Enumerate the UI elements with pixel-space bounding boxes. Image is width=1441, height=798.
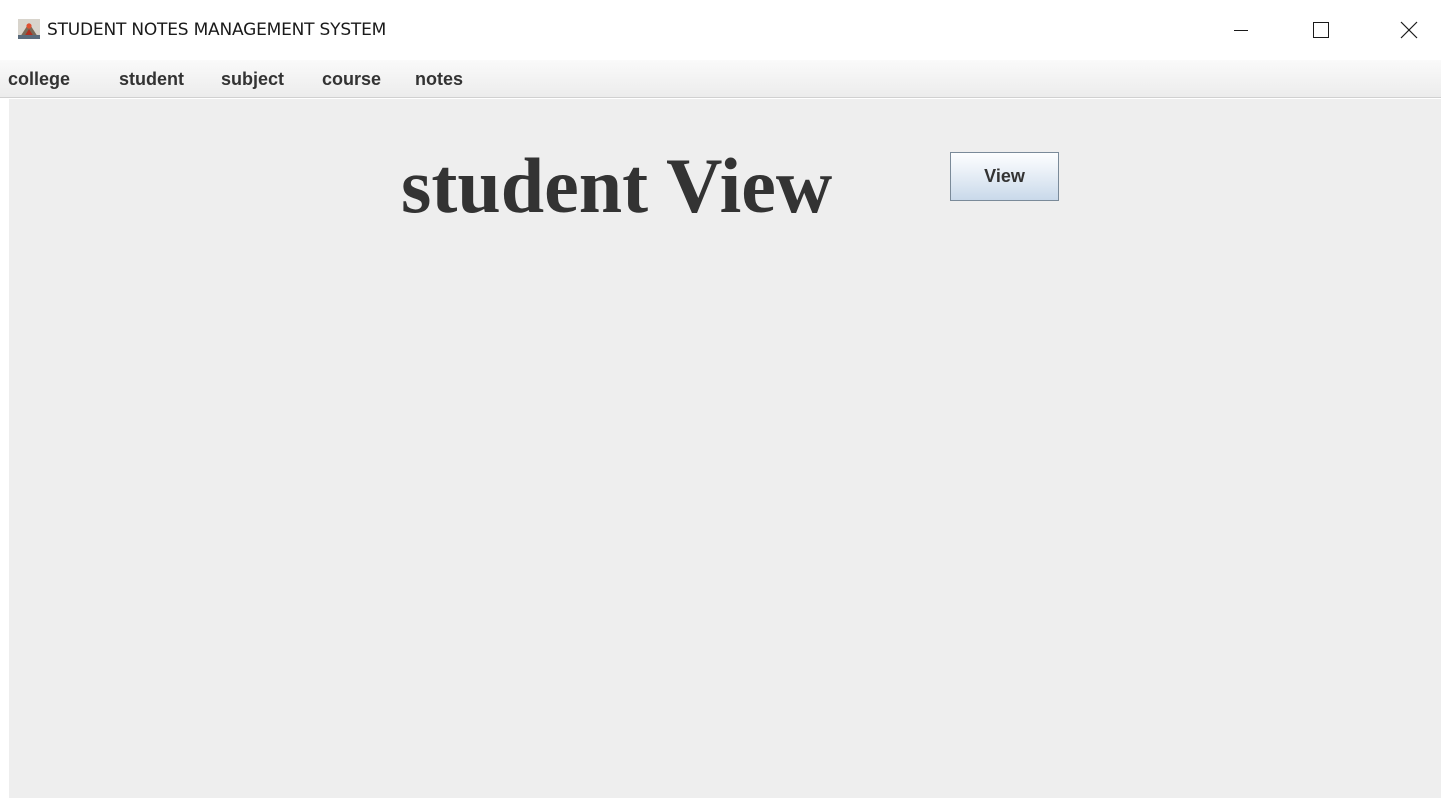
java-app-icon <box>18 19 40 39</box>
page-title: student View <box>401 142 833 229</box>
menu-student[interactable]: student <box>119 66 184 92</box>
menu-notes[interactable]: notes <box>415 66 463 92</box>
view-button[interactable]: View <box>950 152 1059 201</box>
close-button[interactable] <box>1386 12 1432 48</box>
maximize-button[interactable] <box>1298 12 1344 48</box>
menu-subject[interactable]: subject <box>221 66 284 92</box>
content-panel: student View View <box>9 99 1441 798</box>
minimize-icon <box>1234 30 1248 31</box>
menu-bar: college student subject course notes <box>0 60 1441 98</box>
maximize-icon <box>1313 22 1329 38</box>
window-titlebar: STUDENT NOTES MANAGEMENT SYSTEM <box>0 0 1441 60</box>
window-title: STUDENT NOTES MANAGEMENT SYSTEM <box>47 20 387 40</box>
menu-course[interactable]: course <box>322 66 381 92</box>
close-icon <box>1400 21 1418 39</box>
minimize-button[interactable] <box>1218 12 1264 48</box>
menu-college[interactable]: college <box>8 66 70 92</box>
